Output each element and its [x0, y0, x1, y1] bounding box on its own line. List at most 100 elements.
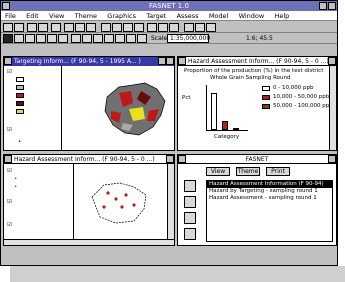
layer-checkbox-icon[interactable]: ☑ — [7, 222, 12, 228]
maximize-icon[interactable] — [166, 155, 174, 163]
print-icon[interactable] — [195, 23, 205, 32]
menu-bar: File Edit View Theme Graphics Target Ass… — [1, 11, 337, 21]
window-menu-icon[interactable] — [178, 57, 186, 65]
horizontal-scrollbar[interactable] — [4, 239, 174, 245]
layouts-icon[interactable] — [184, 228, 196, 240]
draw-icon[interactable] — [82, 34, 92, 43]
chart-xlabel: Category — [214, 134, 240, 140]
hazard-map-window[interactable]: Hazard Assessment Inform... (F 90-94, 5 … — [3, 154, 175, 246]
hazard-chart-window[interactable]: Hazard Assessment Inform... (F 90-94, 5 … — [177, 56, 337, 151]
fasnet-titlebar: FASNET — [178, 155, 336, 164]
charts-icon[interactable] — [184, 212, 196, 224]
layer-checkbox-icon[interactable]: ☑ — [7, 127, 12, 133]
grid-icon[interactable] — [147, 23, 157, 32]
open-icon[interactable] — [14, 23, 24, 32]
info-icon[interactable] — [3, 34, 13, 43]
targeting-map-window[interactable]: Targeting Inform... (F 90-94, 5 - 1995 A… — [3, 56, 175, 151]
legend-label-3: 50,000 - 100,000 ppb — [273, 103, 333, 109]
maximize-icon[interactable] — [328, 155, 336, 163]
label-icon[interactable] — [58, 34, 68, 43]
legend-swatch — [262, 104, 270, 109]
area-icon[interactable] — [104, 34, 114, 43]
new-view-button[interactable]: View — [206, 167, 230, 176]
legend-swatch — [16, 93, 24, 98]
layer-checkbox-icon[interactable]: ☑ — [7, 69, 12, 75]
pointer-icon[interactable] — [14, 34, 24, 43]
zoom-in-icon[interactable] — [25, 34, 35, 43]
zoom-out-icon[interactable] — [36, 34, 46, 43]
layout-icon[interactable] — [86, 23, 96, 32]
hazard-chart-title: Hazard Assessment Inform... (F 90-94, 5 … — [188, 58, 329, 65]
menu-theme[interactable]: Theme — [71, 11, 101, 21]
vertical-scrollbar[interactable] — [329, 66, 336, 150]
new-icon[interactable] — [3, 23, 13, 32]
buffer-icon[interactable] — [115, 34, 125, 43]
menu-graphics[interactable]: Graphics — [103, 11, 140, 21]
window-menu-icon[interactable] — [4, 57, 12, 65]
list-item[interactable]: Hazard by Targeting - sampling round 1 — [207, 188, 332, 195]
minimize-icon[interactable] — [319, 2, 327, 10]
fasnet-project-window[interactable]: FASNET View Theme Print Hazard Assessmen… — [177, 154, 337, 246]
point-map[interactable] — [86, 177, 156, 229]
point-symbol-icon: • — [14, 176, 18, 182]
zoom-extent-icon[interactable] — [134, 23, 144, 32]
find-icon[interactable] — [123, 23, 133, 32]
chart-header-line1: Proportion of the production (%) in the … — [184, 68, 324, 74]
chart-bar — [233, 128, 239, 130]
query-icon[interactable] — [101, 23, 111, 32]
measure-icon[interactable] — [93, 34, 103, 43]
clear-icon[interactable] — [169, 23, 179, 32]
system-menu-icon[interactable] — [2, 2, 10, 10]
layer-checkbox-icon[interactable]: ☑ — [7, 168, 12, 174]
desktop-shadow — [10, 266, 345, 282]
open-theme-button[interactable]: Theme — [236, 167, 260, 176]
app-title: FASNET 1.0 — [149, 2, 189, 10]
print-button[interactable]: Print — [266, 167, 290, 176]
maximize-icon[interactable] — [166, 57, 174, 65]
cursor-icon[interactable] — [38, 23, 48, 32]
table-icon[interactable] — [27, 23, 37, 32]
list-item[interactable]: Hazard Assessment Information (F 90-94) — [207, 181, 332, 188]
tables-icon[interactable] — [184, 196, 196, 208]
targeting-map-titlebar: Targeting Inform... (F 90-94, 5 - 1995 A… — [4, 57, 174, 66]
menu-view[interactable]: View — [45, 11, 68, 21]
text-icon[interactable] — [71, 34, 81, 43]
menu-model[interactable]: Model — [205, 11, 233, 21]
choropleth-map[interactable] — [99, 79, 174, 141]
coordinate-readout: 1.6; 45.5 — [246, 35, 273, 42]
menu-help[interactable]: Help — [270, 11, 293, 21]
chart-icon[interactable] — [64, 23, 74, 32]
bar-chart-icon[interactable] — [75, 23, 85, 32]
select-icon[interactable] — [158, 23, 168, 32]
toolbar-tools: Scale: 1:35,000,000 1.6; 45.5 — [1, 33, 337, 44]
menu-target[interactable]: Target — [142, 11, 170, 21]
list-item[interactable]: Hazard Assessment - sampling round 1 — [207, 195, 332, 202]
document-list: Hazard Assessment Information (F 90-94) … — [206, 180, 333, 242]
save-icon[interactable] — [51, 23, 61, 32]
pan-icon[interactable] — [47, 34, 57, 43]
legend-icon[interactable] — [184, 23, 194, 32]
menu-assess[interactable]: Assess — [173, 11, 203, 21]
export-icon[interactable] — [137, 34, 147, 43]
maximize-icon[interactable] — [328, 57, 336, 65]
window-menu-icon[interactable] — [178, 155, 186, 163]
hazard-map-titlebar: Hazard Assessment Inform... (F 90-94, 5 … — [4, 155, 174, 164]
window-menu-icon[interactable] — [4, 155, 12, 163]
help-icon[interactable] — [206, 23, 216, 32]
vertical-scrollbar[interactable] — [167, 164, 174, 245]
menu-edit[interactable]: Edit — [22, 11, 43, 21]
views-icon[interactable] — [184, 180, 196, 192]
identify-icon[interactable] — [112, 23, 122, 32]
legend-swatch — [16, 101, 24, 106]
hazard-chart-titlebar: Hazard Assessment Inform... (F 90-94, 5 … — [178, 57, 336, 66]
targeting-map-title: Targeting Inform... (F 90-94, 5 - 1995 A… — [14, 58, 141, 65]
menu-window[interactable]: Window — [235, 11, 269, 21]
overlay-icon[interactable] — [126, 34, 136, 43]
menu-file[interactable]: File — [1, 11, 20, 21]
legend-swatch — [262, 86, 270, 91]
maximize-icon[interactable] — [328, 2, 336, 10]
legend-swatch — [16, 109, 24, 114]
layer-checkbox-icon[interactable]: ☑ — [7, 199, 12, 205]
scale-field[interactable]: 1:35,000,000 — [167, 34, 210, 43]
minimize-icon[interactable] — [158, 57, 166, 65]
